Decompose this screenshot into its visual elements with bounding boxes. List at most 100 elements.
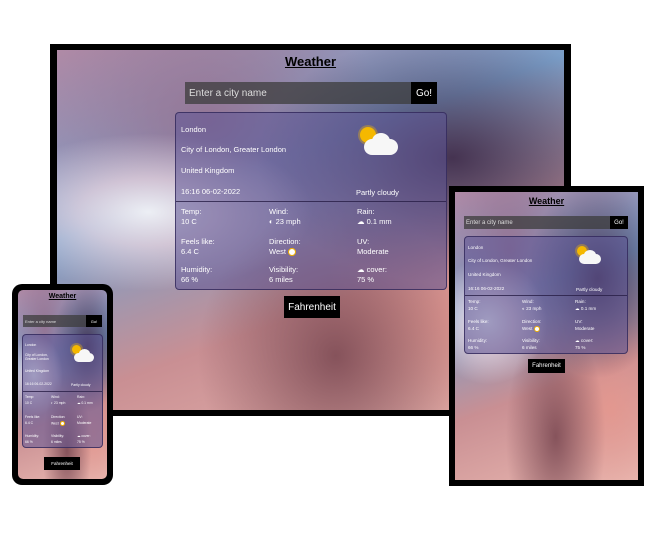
cover-value: 75 % (77, 440, 85, 444)
uv-value: Moderate (575, 326, 595, 331)
wind-label: Wind: (522, 299, 534, 304)
temp-value: 10 C (181, 217, 197, 226)
cover-label-row: ☁ cover: (77, 434, 91, 438)
rain-value: 0.1 mm (366, 217, 392, 226)
rain-label: Rain: (357, 207, 375, 216)
page-title: Weather (48, 293, 77, 300)
weather-card: London City of London, Greater London Un… (464, 236, 628, 354)
rain-value: 0.1 mm (81, 401, 93, 405)
cover-value: 75 % (575, 345, 586, 350)
compass-icon (533, 326, 540, 332)
direction-label: Direction: (269, 237, 301, 246)
weather-card: London City of London, Greater London Un… (22, 334, 103, 448)
visibility-value: 6 miles (269, 275, 293, 284)
cloud-icon: ☁ (77, 434, 81, 438)
region-name: City of London, Greater London (25, 353, 49, 361)
feels-label: Feels like: (25, 415, 41, 419)
wind-value-row: ◐ 23 mph (51, 401, 65, 405)
partly-cloudy-icon (573, 243, 605, 267)
direction-value: West (51, 421, 59, 426)
feels-label: Feels like: (468, 319, 489, 324)
search-input[interactable]: Enter a city name (185, 82, 411, 104)
rain-cloud-icon: ☁ (575, 306, 580, 311)
tablet-screen: Weather Enter a city name Go! London Cit… (455, 192, 638, 480)
rain-value-row: ☁ 0.1 mm (575, 306, 596, 312)
cover-label-row: ☁ cover: (357, 265, 387, 274)
feels-value: 6.4 C (25, 421, 34, 425)
search-input[interactable]: Enter a city name (23, 315, 86, 327)
uv-label: UV: (357, 237, 370, 246)
condition-text: Partly cloudy (71, 383, 91, 387)
rain-value-row: ☁ 0.1 mm (77, 401, 93, 405)
local-datetime: 16:16 06-02-2022 (181, 187, 241, 196)
local-datetime: 16:16 06-02-2022 (25, 382, 52, 386)
direction-value: West (522, 326, 533, 332)
rain-cloud-icon: ☁ (357, 217, 365, 226)
visibility-label: Visibility: (522, 338, 540, 343)
feels-value: 6.4 C (181, 247, 199, 256)
direction-value: West (269, 247, 286, 256)
feels-label: Feels like: (181, 237, 215, 246)
go-button[interactable]: Go! (411, 82, 437, 104)
cover-label: cover: (81, 434, 91, 438)
city-name: London (468, 245, 484, 250)
wind-label: Wind: (269, 207, 289, 216)
rain-cloud-icon: ☁ (77, 401, 81, 405)
humidity-value: 66 % (25, 440, 33, 444)
local-datetime: 16:16 06-02-2022 (468, 286, 505, 291)
fahrenheit-button[interactable]: Fahrenheit (528, 359, 565, 373)
search-input[interactable]: Enter a city name (464, 216, 610, 229)
humidity-label: Humidity: (468, 338, 488, 343)
fahrenheit-button[interactable]: Fahrenheit (284, 296, 340, 318)
fahrenheit-button[interactable]: Fahrenheit (44, 457, 80, 470)
cover-label: cover: (580, 338, 594, 343)
humidity-value: 66 % (468, 345, 479, 350)
direction-label: Direction: (522, 319, 542, 324)
compass-icon (288, 248, 297, 257)
card-divider (176, 201, 446, 202)
visibility-value: 6 miles (522, 345, 537, 350)
page-title: Weather (528, 196, 565, 206)
visibility-label: Visibility: (51, 434, 65, 438)
temp-label: Temp: (468, 299, 481, 304)
direction-value-row: West (269, 247, 297, 257)
uv-label: UV: (575, 319, 583, 324)
country-name: United Kingdom (468, 272, 501, 277)
wind-value-row: ◐ 23 mph (269, 217, 301, 226)
humidity-label: Humidity: (25, 434, 40, 438)
direction-value-row: West (522, 326, 540, 332)
page-title: Weather (284, 54, 337, 69)
city-name: London (181, 125, 207, 134)
feels-value: 6.4 C (468, 326, 479, 331)
cloud-icon: ☁ (357, 265, 365, 274)
temp-label: Temp: (25, 395, 35, 399)
rain-value: 0.1 mm (580, 306, 597, 311)
condition-text: Partly cloudy (356, 188, 399, 197)
visibility-label: Visibility: (269, 265, 299, 274)
card-divider (465, 295, 627, 296)
wind-value: 23 mph (275, 217, 301, 226)
search-placeholder: Enter a city name (25, 318, 57, 324)
country-name: United Kingdom (25, 369, 50, 373)
search-placeholder: Enter a city name (466, 219, 513, 226)
uv-label: UV: (77, 415, 83, 419)
tablet-frame: Weather Enter a city name Go! London Cit… (449, 186, 644, 486)
wind-label: Wind: (51, 395, 60, 399)
weather-card: London City of London, Greater London Un… (175, 112, 447, 290)
cover-label: cover: (366, 265, 388, 274)
rain-label: Rain: (575, 299, 586, 304)
region-name: City of London, Greater London (181, 145, 287, 154)
humidity-label: Humidity: (181, 265, 213, 274)
go-button[interactable]: Go! (86, 315, 102, 327)
phone-frame: Weather Enter a city name Go! London Cit… (12, 284, 113, 485)
uv-value: Moderate (77, 421, 92, 425)
uv-value: Moderate (357, 247, 389, 256)
country-name: United Kingdom (181, 166, 235, 175)
cover-value: 75 % (357, 275, 375, 284)
direction-value-row: West (51, 421, 65, 426)
direction-label: Direction: (51, 415, 66, 419)
compass-icon (59, 421, 65, 426)
wind-value-row: ◐ 23 mph (522, 306, 541, 311)
go-button[interactable]: Go! (610, 216, 628, 229)
temp-label: Temp: (181, 207, 202, 216)
